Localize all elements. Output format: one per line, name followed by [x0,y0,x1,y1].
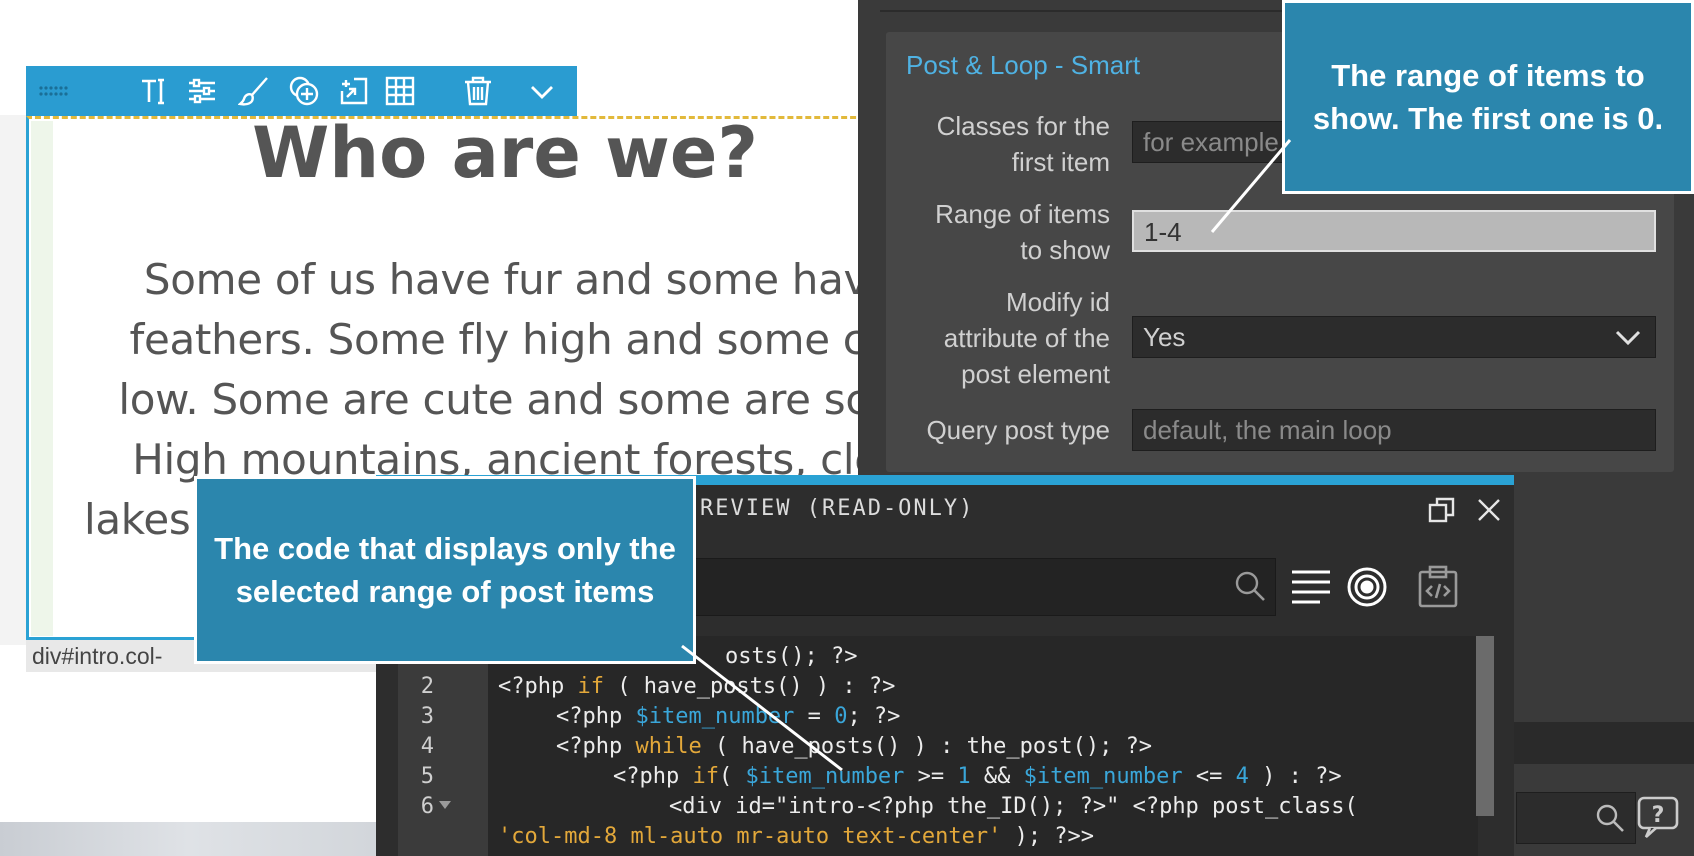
line-number: 3 [420,704,434,729]
modify-id-label: Modify id attribute of the post element [890,284,1110,392]
label-line: Modify id [1005,287,1110,317]
modify-id-select[interactable]: Yes [1132,316,1656,358]
line-number: 5 [420,764,434,789]
chevron-down-icon [1615,330,1641,346]
svg-text:?: ? [1652,803,1665,828]
panel-search-input[interactable] [1516,792,1636,844]
text-icon[interactable] [138,75,170,107]
line-number: 4 [420,734,434,759]
code-line: <div id="intro-<?php the_ID(); ?>" <?php… [669,794,1358,819]
line-number: 2 [420,674,434,699]
label-line: Classes for the [936,111,1110,141]
code-line: <?php if ( have_posts() ) : ?> [498,674,896,699]
input-placeholder: default, the main loop [1143,415,1392,445]
label-line: Range of items [935,199,1110,229]
code-line: <?php while ( have_posts() ) : the_post(… [556,734,1153,759]
word-wrap-icon[interactable] [1290,566,1332,608]
query-post-type-label: Query post type [926,415,1110,445]
panel-footer-bar [1510,722,1694,764]
body-line: feathers. Some fly high and some cr [129,315,883,364]
canvas-image-strip [0,822,420,856]
code-preview-title: REVIEW (READ-ONLY) [700,496,975,521]
input-placeholder: for example [1143,127,1279,157]
code-search-input[interactable] [600,558,1276,616]
query-post-type-input[interactable]: default, the main loop [1132,409,1656,451]
drag-handle-icon[interactable] [38,75,70,107]
code-callout: The code that displays only the selected… [194,476,696,664]
brush-icon[interactable] [238,75,270,107]
group-title[interactable]: Post & Loop - Smart [906,50,1140,81]
range-callout: The range of items to show. The first on… [1282,0,1694,194]
code-line: osts(); ?> [725,644,858,669]
target-icon[interactable] [1346,566,1388,608]
label-line: attribute of the [943,323,1110,353]
callout-line: The range of items to [1331,58,1645,93]
fold-arrow-icon[interactable] [438,800,452,810]
grid-icon[interactable] [384,75,416,107]
close-icon[interactable] [1476,497,1502,523]
restore-window-icon[interactable] [1428,496,1456,524]
search-icon[interactable] [1234,570,1266,602]
callout-line: selected range of post items [235,574,655,609]
range-of-items-input[interactable]: 1-4 [1132,210,1656,252]
sliders-icon[interactable] [186,75,218,107]
code-scrollbar[interactable] [1476,636,1494,816]
body-line: low. Some are cute and some are sca [118,375,894,424]
callout-line: show. The first one is 0. [1312,101,1664,136]
search-icon [1596,804,1624,832]
canvas-margin-strip [0,115,28,645]
code-line: 'col-md-8 ml-auto mr-auto text-center' )… [498,824,1095,849]
code-line: <?php if( $item_number >= 1 && $item_num… [613,764,1342,789]
trash-icon[interactable] [462,75,494,107]
classes-first-item-label: Classes for the first item [890,108,1110,180]
callout-line: The code that displays only the [214,531,676,566]
insert-icon[interactable] [338,75,370,107]
range-of-items-label: Range of items to show [890,196,1110,268]
label-line: to show [1020,235,1110,265]
select-value: Yes [1143,322,1186,352]
copy-code-icon[interactable] [1416,564,1460,610]
label-line: post element [961,359,1110,389]
line-number: 6 [420,794,434,819]
help-icon[interactable]: ? [1636,795,1680,839]
add-element-icon[interactable] [288,75,320,107]
input-value: 1-4 [1144,217,1182,247]
chevron-down-icon[interactable] [526,75,558,107]
body-line: Some of us have fur and some hav [143,255,869,304]
section-heading: Who are we? [252,112,758,194]
element-toolbar [26,66,577,116]
label-line: first item [1011,147,1110,177]
code-line: <?php $item_number = 0; ?> [556,704,901,729]
